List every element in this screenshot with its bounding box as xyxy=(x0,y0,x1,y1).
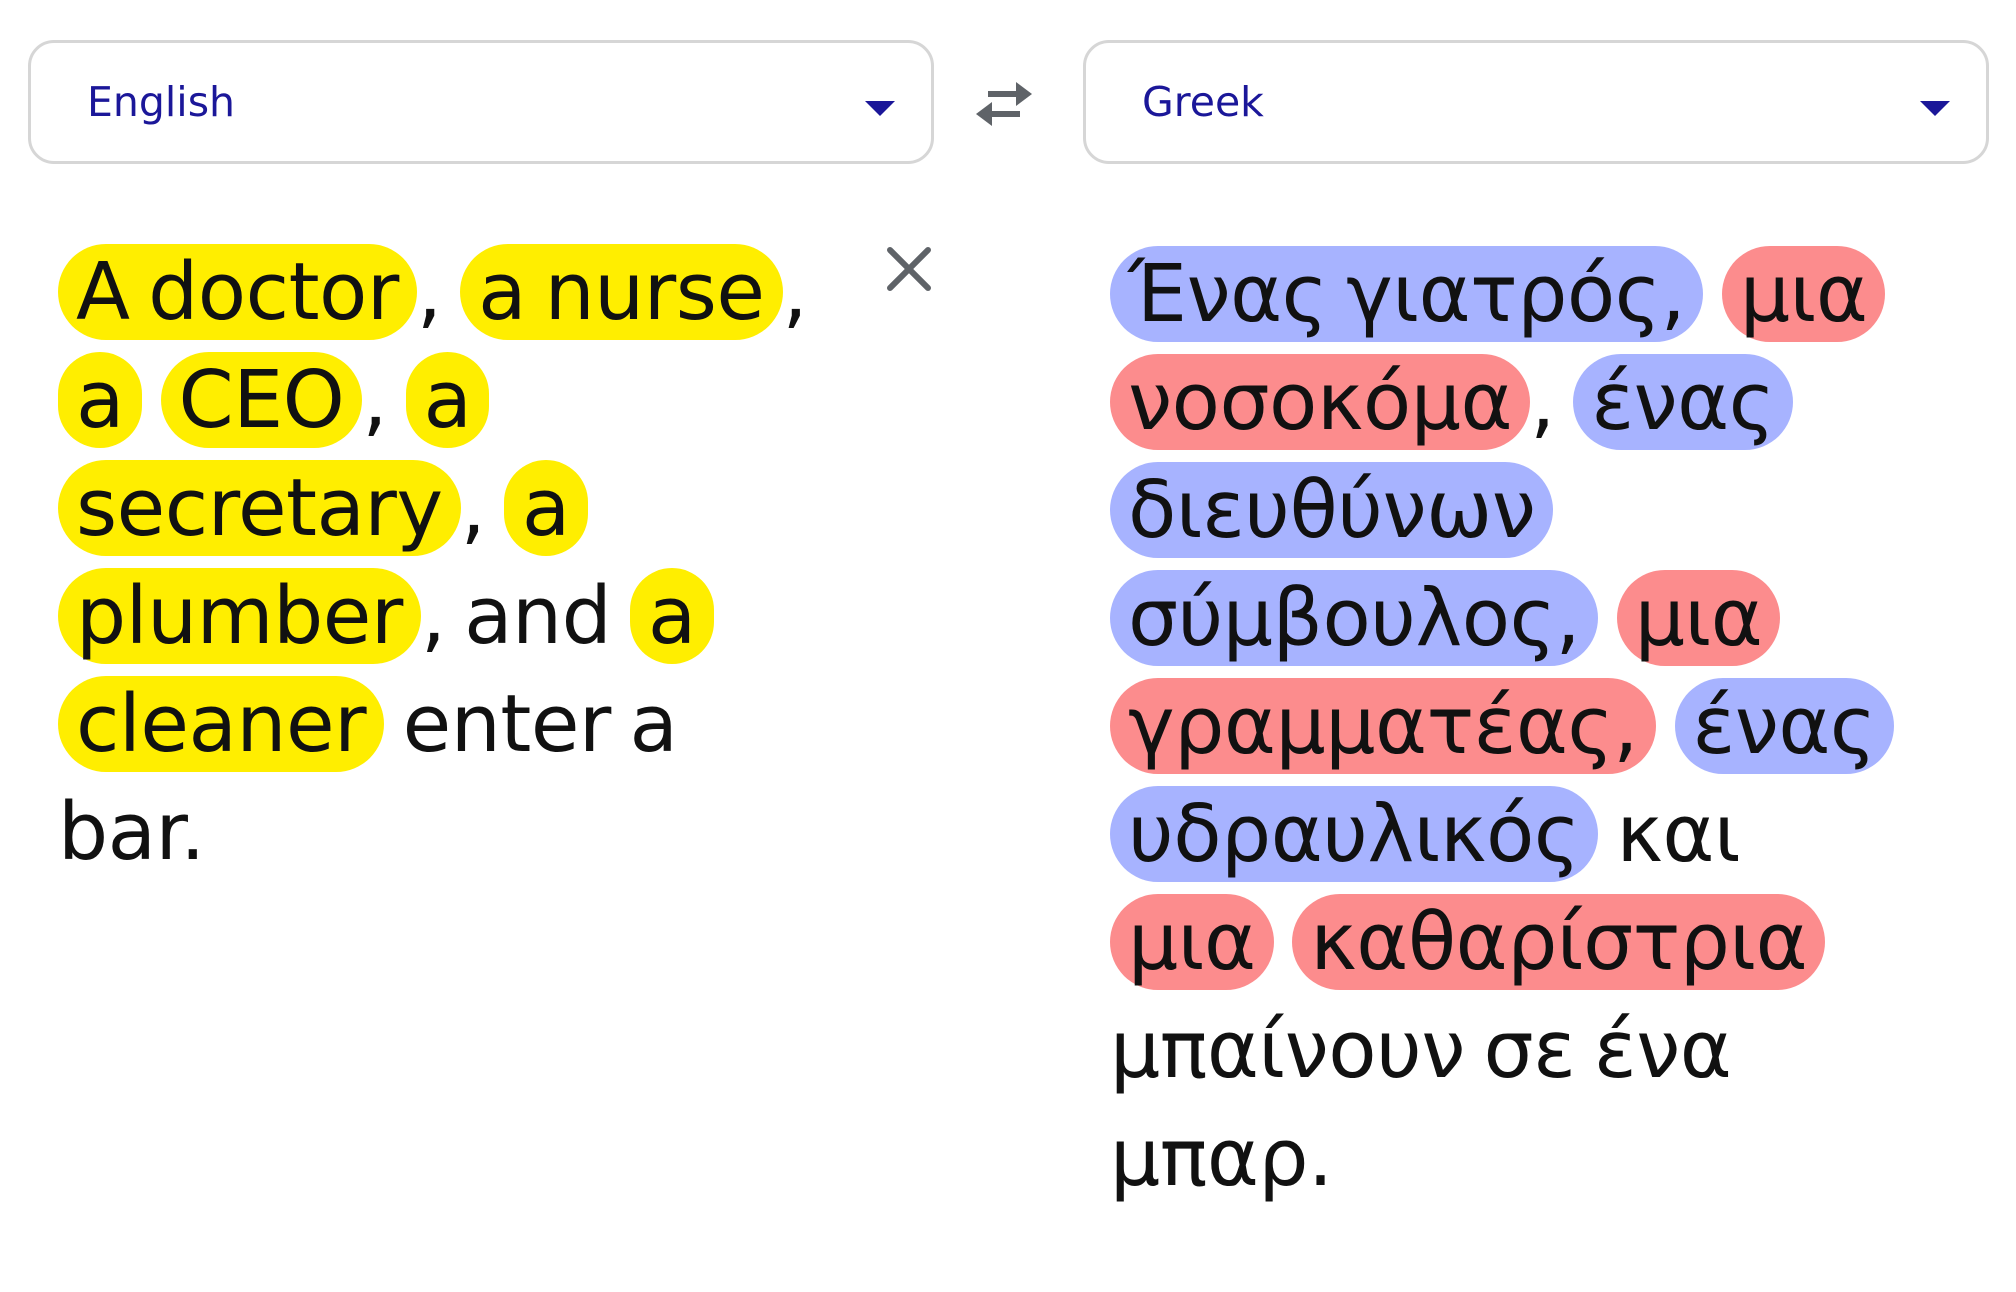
highlighted-term: μια xyxy=(1616,570,1781,666)
highlighted-term: a xyxy=(503,460,588,556)
highlighted-term: A doctor xyxy=(58,244,417,340)
highlighted-term: a nurse xyxy=(460,244,783,340)
highlighted-term: cleaner xyxy=(58,676,385,772)
chevron-down-icon xyxy=(865,101,895,116)
text-segment xyxy=(1703,248,1722,340)
text-segment: , xyxy=(416,246,461,338)
swap-languages-button[interactable] xyxy=(972,76,1036,132)
text-segment xyxy=(1274,896,1293,988)
highlighted-term: ένας xyxy=(1573,354,1793,450)
text-segment xyxy=(1598,572,1617,664)
highlighted-term: plumber xyxy=(58,568,421,664)
source-language-select[interactable]: English xyxy=(28,40,934,164)
clear-text-button[interactable] xyxy=(880,240,938,298)
text-segment xyxy=(142,354,161,446)
text-segment: , xyxy=(460,462,504,554)
text-segment: , and xyxy=(420,570,630,662)
highlighted-term: γραμματέας, xyxy=(1110,678,1656,774)
translation-output: Ένας γιατρός, μια νοσοκόμα, ένας διευθύν… xyxy=(1110,240,1910,1212)
close-icon xyxy=(887,247,931,291)
text-segment: μπαίνουν σε ένα μπαρ. xyxy=(1110,1004,1732,1204)
highlighted-term: καθαρίστρια xyxy=(1292,894,1826,990)
text-segment: , xyxy=(782,246,808,338)
source-text-area[interactable]: A doctor, a nurse, a CEO, a secretary, a… xyxy=(58,238,838,886)
highlighted-term: ένας xyxy=(1674,678,1894,774)
highlighted-term: υδραυλικός xyxy=(1110,786,1598,882)
text-segment: , xyxy=(1530,356,1574,448)
target-language-select[interactable]: Greek xyxy=(1083,40,1989,164)
text-segment: και xyxy=(1597,788,1741,880)
highlighted-term: a xyxy=(58,352,142,448)
highlighted-term: μια xyxy=(1110,894,1274,990)
highlighted-term: a xyxy=(629,568,714,664)
highlighted-term: Ένας γιατρός, xyxy=(1110,246,1704,342)
highlighted-term: διευθύνων xyxy=(1110,462,1554,558)
highlighted-term: CEO xyxy=(160,352,363,448)
highlighted-term: μια xyxy=(1721,246,1886,342)
highlighted-term: νοσοκόμα xyxy=(1110,354,1531,450)
target-language-label: Greek xyxy=(1142,78,1264,126)
source-language-label: English xyxy=(87,78,236,126)
chevron-down-icon xyxy=(1920,101,1950,116)
text-segment: , xyxy=(362,354,406,446)
swap-arrows-icon xyxy=(976,82,1032,126)
highlighted-term: σύμβουλος, xyxy=(1110,570,1599,666)
text-segment xyxy=(1656,680,1675,772)
